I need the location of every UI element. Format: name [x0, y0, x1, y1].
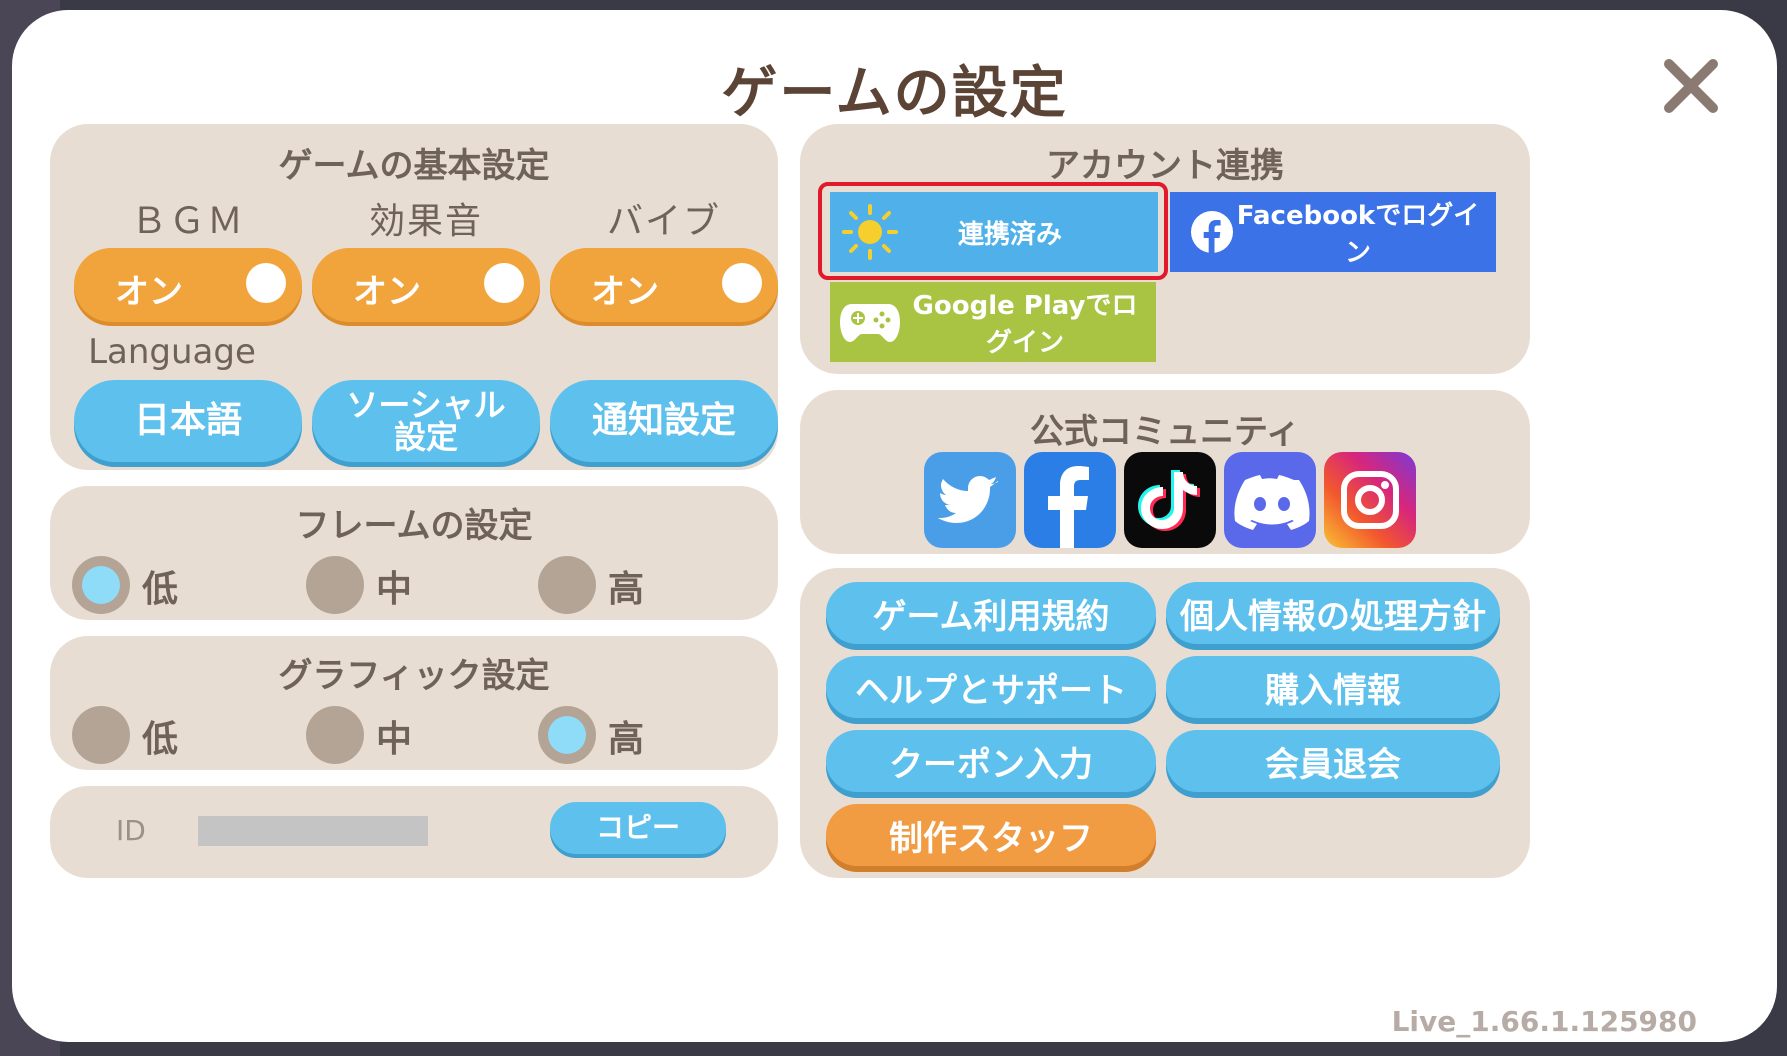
se-label: 効果音	[368, 201, 483, 242]
vibe-toggle-label: オン	[591, 272, 659, 312]
notification-settings-button[interactable]: 通知設定	[550, 380, 778, 462]
account-title: アカウント連携	[1046, 146, 1284, 186]
se-toggle-label: オン	[353, 272, 421, 312]
discord-button[interactable]	[1224, 452, 1316, 548]
vibe-toggle[interactable]: オン	[550, 248, 778, 322]
facebook-login-label: Facebookでログイン	[1236, 201, 1480, 268]
bgm-toggle[interactable]: オン	[74, 248, 302, 322]
tiktok-button[interactable]	[1124, 452, 1216, 548]
graphics-label-mid: 中	[376, 719, 413, 760]
frame-radio-high[interactable]	[538, 556, 596, 614]
bgm-toggle-label: オン	[115, 272, 183, 312]
twitter-icon	[938, 476, 998, 523]
frame-label-low: 低	[142, 569, 179, 610]
toggle-knob	[484, 263, 524, 303]
privacy-policy-button[interactable]: 個人情報の処理方針	[1166, 582, 1500, 644]
account-panel: アカウント連携 連携済み Facebookでログイン Google Playでロ…	[800, 124, 1530, 374]
se-toggle[interactable]: オン	[312, 248, 540, 322]
toggle-knob	[246, 263, 286, 303]
frame-radio-mid[interactable]	[306, 556, 364, 614]
language-button[interactable]: 日本語	[74, 380, 302, 462]
close-icon	[1664, 59, 1718, 113]
gamepad-icon	[840, 304, 900, 342]
facebook-icon	[1048, 466, 1089, 548]
community-panel: 公式コミュニティ	[800, 390, 1530, 554]
social-settings-line1: ソーシャル	[346, 386, 506, 424]
copy-button[interactable]: コピー	[550, 802, 726, 854]
instagram-icon	[1341, 471, 1399, 529]
instagram-button[interactable]	[1324, 452, 1416, 548]
graphics-settings-panel: グラフィック設定 低 中 高	[50, 636, 778, 770]
facebook-login-button[interactable]: Facebookでログイン	[1170, 192, 1496, 272]
version-label: Live_1.66.1.125980	[1391, 1005, 1697, 1038]
frame-settings-title: フレームの設定	[295, 506, 533, 546]
graphics-radio-mid[interactable]	[306, 706, 364, 764]
frame-label-mid: 中	[376, 569, 413, 610]
linked-account-button[interactable]: 連携済み	[830, 192, 1158, 272]
frame-radio-low[interactable]	[72, 556, 130, 614]
linked-account-label: 連携済み	[957, 219, 1062, 250]
id-label: ID	[116, 814, 146, 847]
staff-credits-button[interactable]: 制作スタッフ	[826, 804, 1156, 866]
id-value-redacted	[198, 816, 428, 846]
social-settings-line2: 設定	[393, 418, 458, 456]
graphics-radio-low[interactable]	[72, 706, 130, 764]
coupon-button[interactable]: クーポン入力	[826, 730, 1156, 792]
settings-dialog: ゲームの設定 ゲームの基本設定 ＢＧＭ 効果音 バイブ オン オン オン Lan…	[12, 10, 1777, 1042]
graphics-radio-high[interactable]	[538, 706, 596, 764]
sun-icon	[842, 204, 898, 260]
google-play-login-label: Google Playでログイン	[912, 291, 1138, 358]
language-label: Language	[88, 332, 256, 372]
links-panel: ゲーム利用規約 個人情報の処理方針 ヘルプとサポート 購入情報 クーポン入力 会…	[800, 568, 1530, 878]
graphics-label-high: 高	[608, 719, 645, 760]
toggle-knob	[722, 263, 762, 303]
bgm-label: ＢＧＭ	[130, 201, 245, 242]
graphics-label-low: 低	[142, 719, 179, 760]
google-play-login-button[interactable]: Google Playでログイン	[830, 282, 1156, 362]
purchase-info-button[interactable]: 購入情報	[1166, 656, 1500, 718]
facebook-community-button[interactable]	[1024, 452, 1116, 548]
frame-settings-panel: フレームの設定 低 中 高	[50, 486, 778, 620]
facebook-icon	[1191, 211, 1233, 254]
tiktok-icon	[1138, 470, 1200, 531]
graphics-settings-title: グラフィック設定	[278, 656, 550, 696]
twitter-button[interactable]	[924, 452, 1016, 548]
id-panel: ID コピー	[50, 786, 778, 878]
frame-label-high: 高	[608, 569, 645, 610]
vibe-label: バイブ	[606, 201, 721, 242]
close-button[interactable]	[1661, 56, 1721, 116]
community-title: 公式コミュニティ	[1030, 412, 1300, 452]
discord-icon	[1234, 475, 1310, 530]
basic-settings-panel: ゲームの基本設定 ＢＧＭ 効果音 バイブ オン オン オン Language 日…	[50, 124, 778, 470]
basic-settings-title: ゲームの基本設定	[278, 146, 550, 186]
withdraw-button[interactable]: 会員退会	[1166, 730, 1500, 792]
help-support-button[interactable]: ヘルプとサポート	[826, 656, 1156, 718]
social-settings-button[interactable]: ソーシャル 設定	[312, 380, 540, 462]
terms-button[interactable]: ゲーム利用規約	[826, 582, 1156, 644]
dialog-title: ゲームの設定	[721, 61, 1068, 126]
